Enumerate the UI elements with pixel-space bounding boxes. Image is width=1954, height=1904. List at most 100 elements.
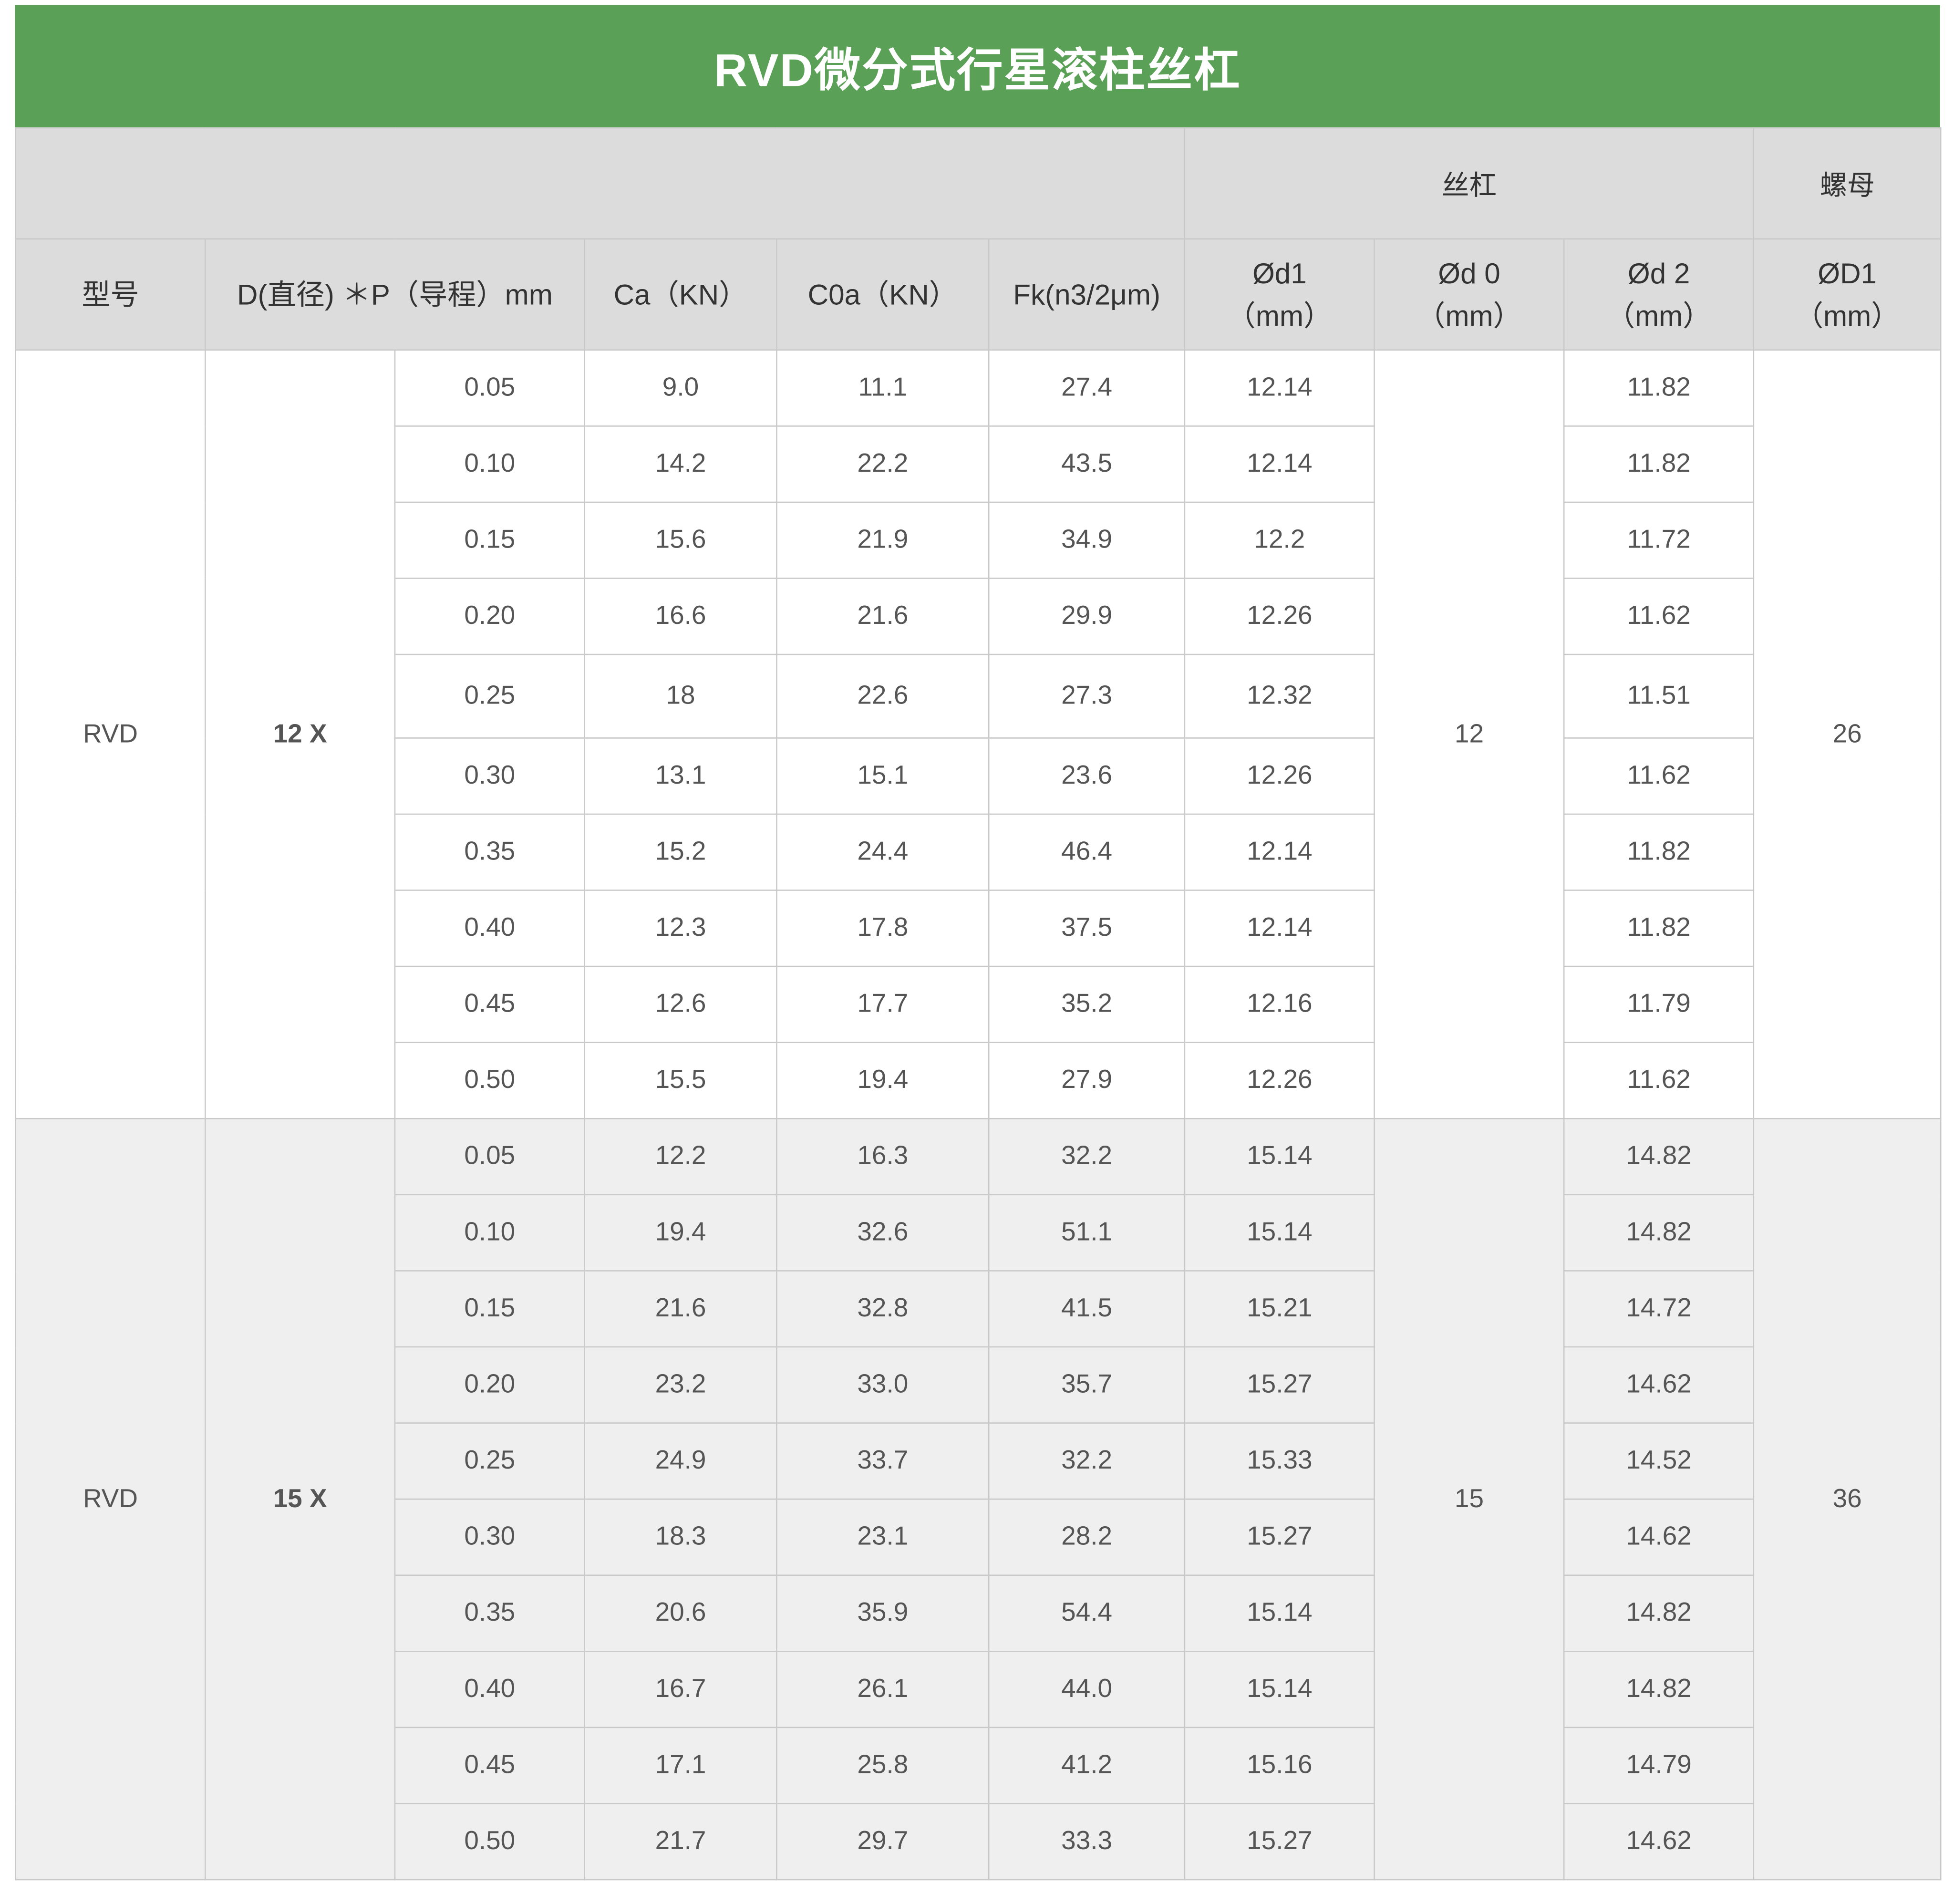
fk-cell: 27.9 (988, 1042, 1186, 1119)
ca-cell: 24.9 (584, 1422, 777, 1500)
group-header-screw: 丝杠 (1184, 127, 1755, 240)
lead-cell: 0.05 (394, 1118, 585, 1196)
d1-cell: 15.14 (1184, 1194, 1375, 1272)
fk-cell: 34.9 (988, 501, 1186, 579)
lead-cell: 0.45 (394, 1727, 585, 1804)
d2-cell: 11.82 (1563, 349, 1755, 427)
d1-cell: 12.26 (1184, 578, 1375, 655)
d2-cell: 11.62 (1563, 737, 1755, 815)
d2-cell: 11.79 (1563, 965, 1755, 1043)
d1-cell: 15.21 (1184, 1270, 1375, 1348)
page-title: RVD微分式行星滚柱丝杠 (15, 5, 1940, 127)
ca-cell: 23.2 (584, 1346, 777, 1424)
model-cell: RVD (15, 349, 206, 1119)
table-row: RVD 12 X 0.05 9.0 11.1 27.4 12.14 12 11.82 26 (15, 349, 1942, 1119)
c0a-cell: 17.7 (776, 965, 990, 1043)
lead-cell: 0.10 (394, 1194, 585, 1272)
fk-cell: 44.0 (988, 1650, 1186, 1728)
d0-cell: 12 (1374, 349, 1565, 1119)
spec-table: 丝杠 螺母 型号 D(直径) ＊P（导程）mm Ca（KN） C0a（KN） F… (15, 127, 1942, 1881)
fk-cell: 41.5 (988, 1270, 1186, 1348)
col-header-D1-label: ØD1 (1818, 257, 1877, 290)
ca-cell: 12.2 (584, 1118, 777, 1196)
d1-cell: 15.27 (1184, 1803, 1375, 1881)
lead-cell: 0.25 (394, 653, 585, 739)
d1-cell: 12.14 (1184, 425, 1375, 503)
c0a-cell: 33.7 (776, 1422, 990, 1500)
ca-cell: 17.1 (584, 1727, 777, 1804)
d1-cell: 15.14 (1184, 1650, 1375, 1728)
d2-cell: 14.62 (1563, 1498, 1755, 1576)
D1-cell: 36 (1753, 1118, 1942, 1881)
ca-cell: 21.6 (584, 1270, 777, 1348)
d2-cell: 11.82 (1563, 813, 1755, 891)
D1-cell: 26 (1753, 349, 1942, 1119)
group-header-blank (15, 127, 1186, 240)
fk-cell: 32.2 (988, 1118, 1186, 1196)
ca-cell: 9.0 (584, 349, 777, 427)
c0a-cell: 35.9 (776, 1574, 990, 1652)
lead-cell: 0.40 (394, 1650, 585, 1728)
d1-cell: 12.14 (1184, 890, 1375, 967)
fk-cell: 41.2 (988, 1727, 1186, 1804)
ca-cell: 16.6 (584, 578, 777, 655)
lead-cell: 0.40 (394, 890, 585, 967)
fk-cell: 27.3 (988, 653, 1186, 739)
fk-cell: 29.9 (988, 578, 1186, 655)
col-header-d0-unit: （mm） (1416, 299, 1522, 332)
ca-cell: 15.2 (584, 813, 777, 891)
c0a-cell: 24.4 (776, 813, 990, 891)
size-cell: 12 X (205, 349, 396, 1119)
page-title-text: RVD微分式行星滚柱丝杠 (714, 45, 1241, 96)
fk-cell: 46.4 (988, 813, 1186, 891)
d2-cell: 11.51 (1563, 653, 1755, 739)
c0a-cell: 17.8 (776, 890, 990, 967)
ca-cell: 19.4 (584, 1194, 777, 1272)
fk-cell: 51.1 (988, 1194, 1186, 1272)
table-row: RVD 15 X 0.05 12.2 16.3 32.2 15.14 15 14.82 36 (15, 1118, 1942, 1881)
col-header-fk: Fk(n3/2μm) (988, 238, 1186, 351)
col-header-dp: D(直径) ＊P（导程）mm (205, 238, 585, 351)
ca-cell: 15.5 (584, 1042, 777, 1119)
fk-cell: 54.4 (988, 1574, 1186, 1652)
lead-cell: 0.15 (394, 1270, 585, 1348)
lead-cell: 0.20 (394, 578, 585, 655)
ca-cell: 14.2 (584, 425, 777, 503)
group-header-row: 丝杠 螺母 (15, 127, 1942, 240)
model-cell: RVD (15, 1118, 206, 1881)
ca-cell: 18.3 (584, 1498, 777, 1576)
d2-cell: 14.52 (1563, 1422, 1755, 1500)
lead-cell: 0.25 (394, 1422, 585, 1500)
d2-cell: 14.62 (1563, 1346, 1755, 1424)
col-header-d2: Ød 2 （mm） (1563, 238, 1755, 351)
c0a-cell: 26.1 (776, 1650, 990, 1728)
d1-cell: 12.14 (1184, 813, 1375, 891)
lead-cell: 0.30 (394, 1498, 585, 1576)
d2-cell: 11.72 (1563, 501, 1755, 579)
lead-cell: 0.35 (394, 1574, 585, 1652)
fk-cell: 37.5 (988, 890, 1186, 967)
d1-cell: 12.32 (1184, 653, 1375, 739)
fk-cell: 43.5 (988, 425, 1186, 503)
spec-sheet: RVD微分式行星滚柱丝杠 丝杠 螺母 型号 D(直径) ＊P（导程）mm Ca（… (0, 0, 1954, 1904)
col-header-d0-label: Ød 0 (1438, 257, 1500, 290)
c0a-cell: 21.9 (776, 501, 990, 579)
d2-cell: 14.79 (1563, 1727, 1755, 1804)
col-header-model: 型号 (15, 238, 206, 351)
d1-cell: 12.16 (1184, 965, 1375, 1043)
d2-cell: 11.82 (1563, 890, 1755, 967)
col-header-d2-label: Ød 2 (1627, 257, 1690, 290)
d1-cell: 12.26 (1184, 737, 1375, 815)
column-header-row: 型号 D(直径) ＊P（导程）mm Ca（KN） C0a（KN） Fk(n3/2… (15, 238, 1942, 351)
d1-cell: 15.14 (1184, 1574, 1375, 1652)
lead-cell: 0.15 (394, 501, 585, 579)
d1-cell: 15.27 (1184, 1346, 1375, 1424)
c0a-cell: 22.6 (776, 653, 990, 739)
col-header-d1-label: Ød1 (1252, 257, 1307, 290)
col-header-d0: Ød 0 （mm） (1374, 238, 1565, 351)
c0a-cell: 15.1 (776, 737, 990, 815)
d2-cell: 14.82 (1563, 1650, 1755, 1728)
d2-cell: 14.82 (1563, 1118, 1755, 1196)
c0a-cell: 21.6 (776, 578, 990, 655)
d1-cell: 15.27 (1184, 1498, 1375, 1576)
